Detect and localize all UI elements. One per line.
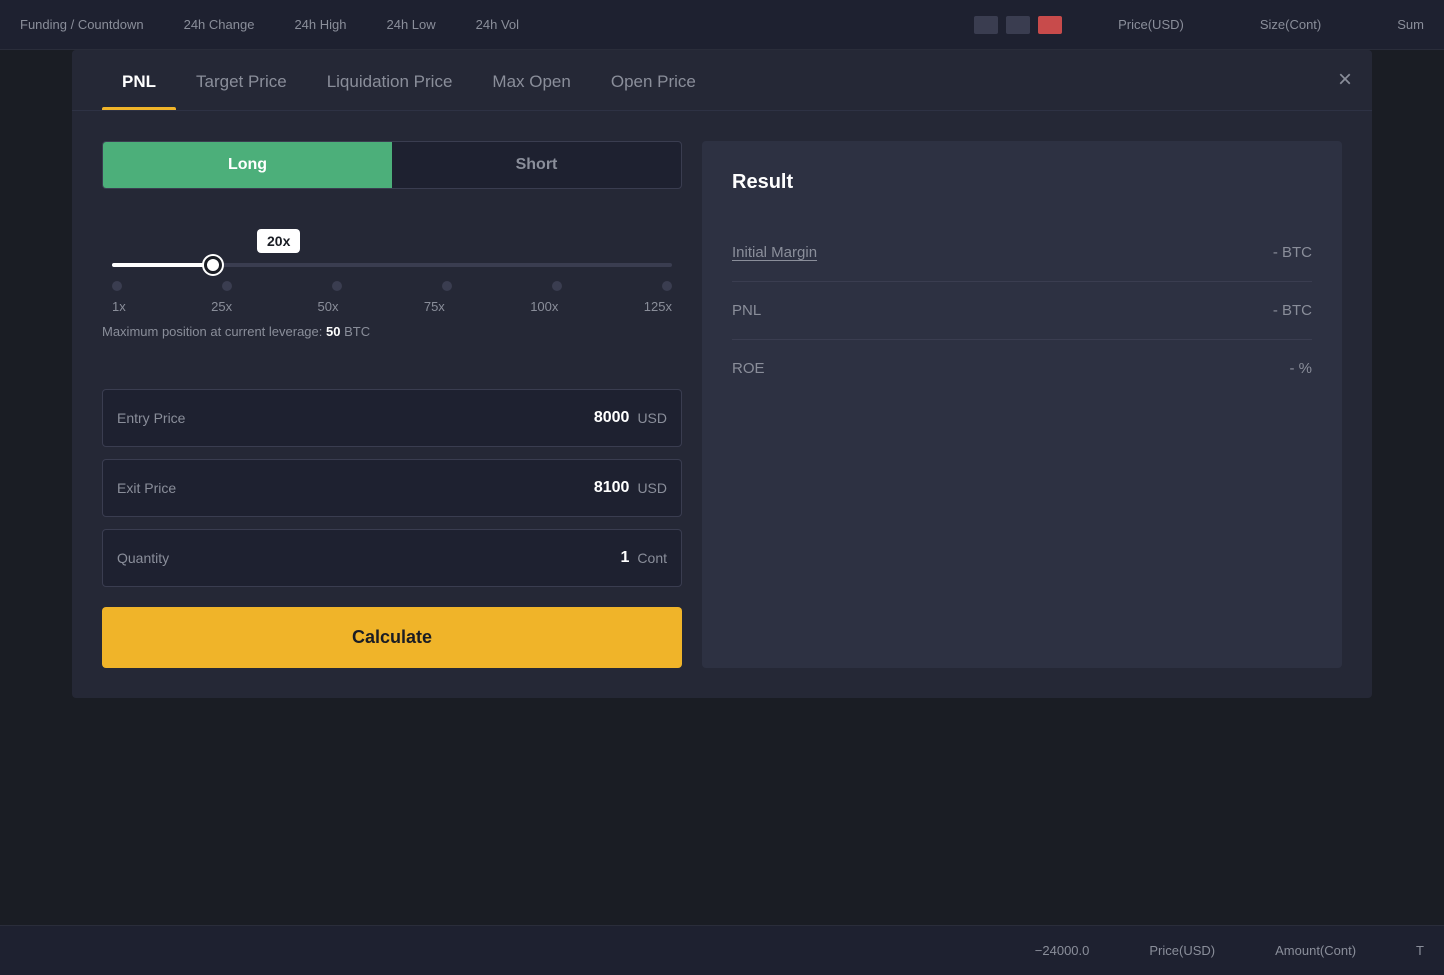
short-button[interactable]: Short [392,142,681,188]
dot-75x [442,281,452,291]
top-bar-item: 24h Low [386,17,435,32]
tab-pnl[interactable]: PNL [102,50,176,110]
pnl-value: - BTC [1273,302,1312,319]
entry-price-label: Entry Price [117,410,594,426]
dot-25x [222,281,232,291]
slider-track [112,263,672,267]
dot-100x [552,281,562,291]
slider-thumb[interactable] [204,256,222,274]
layout-icon-2 [1006,16,1030,34]
exit-price-unit: USD [637,480,667,496]
pnl-label: PNL [732,302,761,319]
result-row-roe: ROE - % [732,340,1312,397]
tab-max-open[interactable]: Max Open [472,50,590,110]
layout-icon-1 [974,16,998,34]
slider-labels: 1x 25x 50x 75x 100x 125x [112,299,672,314]
top-bar-item: 24h Change [184,17,255,32]
entry-price-unit: USD [637,410,667,426]
entry-price-field[interactable]: Entry Price 8000 USD [102,389,682,447]
top-bar-item: 24h Vol [476,17,519,32]
bottom-value: −24000.0 [1035,943,1090,958]
exit-price-field[interactable]: Exit Price 8100 USD [102,459,682,517]
left-panel: Long Short 20x [102,141,682,668]
bottom-price-label: Price(USD) [1149,943,1215,958]
roe-value: - % [1290,360,1313,377]
dot-125x [662,281,672,291]
slider-container: 1x 25x 50x 75x 100x 125x [102,263,682,314]
result-row-pnl: PNL - BTC [732,282,1312,340]
size-header: Size(Cont) [1260,17,1321,32]
leverage-area: 20x 1x 2 [102,219,682,369]
initial-margin-label: Initial Margin [732,244,817,261]
quantity-unit: Cont [637,550,667,566]
quantity-value-group: 1 Cont [621,549,667,567]
top-bar-item: 24h High [294,17,346,32]
layout-icon-3 [1038,16,1062,34]
dot-50x [332,281,342,291]
sum-header: Sum [1397,17,1424,32]
long-button[interactable]: Long [103,142,392,188]
initial-margin-value: - BTC [1273,244,1312,261]
exit-price-value-group: 8100 USD [594,479,667,497]
tab-open-price[interactable]: Open Price [591,50,716,110]
label-100x: 100x [530,299,558,314]
label-25x: 25x [211,299,232,314]
label-1x: 1x [112,299,126,314]
price-header: Price(USD) [1118,17,1184,32]
label-50x: 50x [317,299,338,314]
max-position-value: 50 [326,324,340,339]
exit-price-value: 8100 [594,479,630,497]
tab-liquidation-price[interactable]: Liquidation Price [307,50,473,110]
bottom-t-label: T [1416,943,1424,958]
quantity-value: 1 [621,549,630,567]
dot-1x [112,281,122,291]
slider-fill [112,263,213,267]
tab-header: PNL Target Price Liquidation Price Max O… [72,50,1372,111]
tab-target-price[interactable]: Target Price [176,50,307,110]
direction-toggle: Long Short [102,141,682,189]
roe-label: ROE [732,360,765,377]
slider-dots [112,281,672,291]
calculator-modal: PNL Target Price Liquidation Price Max O… [72,50,1372,698]
modal-body: Long Short 20x [72,111,1372,698]
calculate-button[interactable]: Calculate [102,607,682,668]
quantity-field[interactable]: Quantity 1 Cont [102,529,682,587]
result-title: Result [732,171,1312,194]
right-panel: Result Initial Margin - BTC PNL - BTC RO… [702,141,1342,668]
entry-price-value: 8000 [594,409,630,427]
label-125x: 125x [644,299,672,314]
quantity-label: Quantity [117,550,621,566]
close-button[interactable]: × [1338,68,1352,92]
label-75x: 75x [424,299,445,314]
top-bar-item: Funding / Countdown [20,17,144,32]
exit-price-label: Exit Price [117,480,594,496]
bottom-bar: −24000.0 Price(USD) Amount(Cont) T [0,925,1444,975]
entry-price-value-group: 8000 USD [594,409,667,427]
top-bar: Funding / Countdown 24h Change 24h High … [0,0,1444,50]
result-row-initial-margin: Initial Margin - BTC [732,224,1312,282]
bottom-amount-label: Amount(Cont) [1275,943,1356,958]
max-position-text: Maximum position at current leverage: 50… [102,324,682,339]
leverage-bubble: 20x [257,229,300,253]
